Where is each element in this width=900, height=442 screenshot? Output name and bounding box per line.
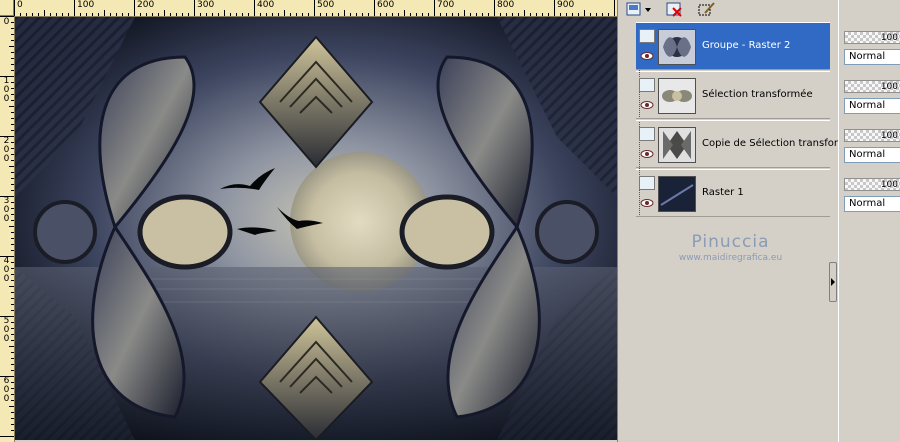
ruler-vertical[interactable]: 0 1 0 0 2 0 0 3 0 0 4 0 0 5 0 0 6 0 0 bbox=[0, 16, 15, 442]
opacity-value: 100 bbox=[880, 82, 898, 92]
watermark: Pinuccia www.maidiregrafica.eu bbox=[623, 232, 838, 263]
edit-selection-button[interactable] bbox=[697, 1, 717, 18]
opacity-value: 100 bbox=[880, 33, 898, 43]
ruler-horizontal[interactable]: 0 100 200 300 400 500 600 700 800 900 bbox=[14, 0, 618, 17]
layers-palette: Groupe - Raster 2 Sélection transformée … bbox=[623, 0, 860, 442]
blend-mode-select[interactable]: Normal bbox=[844, 196, 900, 212]
watermark-title: Pinuccia bbox=[691, 232, 770, 252]
layer-name: Sélection transformée bbox=[702, 89, 813, 100]
panel-splitter-handle[interactable] bbox=[829, 262, 837, 302]
ruler-left-label: 5 0 0 bbox=[3, 316, 10, 344]
opacity-value: 100 bbox=[880, 180, 898, 190]
layer-row-copie-de-selection-transformee[interactable]: Copie de Sélection transformée bbox=[636, 120, 860, 168]
group-layer-icon[interactable] bbox=[639, 29, 655, 43]
layer-row-selection-transformee[interactable]: Sélection transformée bbox=[636, 71, 830, 119]
ruler-horizontal-ticks bbox=[14, 0, 615, 16]
blend-mode-select[interactable]: Normal bbox=[844, 147, 900, 163]
ruler-left-label: 0 bbox=[3, 17, 10, 27]
ruler-top-label: 400 bbox=[257, 0, 275, 10]
blend-mode-select[interactable]: Normal bbox=[844, 98, 900, 114]
delete-layer-button[interactable] bbox=[665, 1, 685, 18]
ruler-left-label: 2 0 0 bbox=[3, 136, 10, 164]
ruler-left-label: 6 0 0 bbox=[3, 376, 10, 404]
ruler-top-label: 500 bbox=[317, 0, 335, 10]
visibility-eye-icon[interactable] bbox=[640, 51, 654, 61]
ruler-top-label: 200 bbox=[137, 0, 155, 10]
chevron-right-icon bbox=[831, 278, 835, 286]
edit-selection-icon bbox=[698, 2, 715, 16]
ruler-left-label: 3 0 0 bbox=[3, 196, 10, 224]
ruler-corner bbox=[0, 0, 14, 16]
opacity-slider[interactable]: 100 bbox=[844, 31, 900, 44]
ruler-top-label: 300 bbox=[197, 0, 215, 10]
ruler-top-label: 100 bbox=[77, 0, 95, 10]
raster-layer-icon[interactable] bbox=[639, 176, 655, 190]
new-layer-icon bbox=[626, 2, 651, 16]
ruler-top-label: 900 bbox=[557, 0, 575, 10]
artwork-image bbox=[15, 17, 617, 440]
layer-thumbnail bbox=[658, 127, 696, 163]
layers-toolbar bbox=[623, 0, 838, 20]
ruler-top-label: 0 bbox=[17, 0, 23, 10]
layer-name: Groupe - Raster 2 bbox=[702, 40, 791, 51]
opacity-slider[interactable]: 100 bbox=[844, 80, 900, 93]
layer-thumbnail bbox=[658, 29, 696, 65]
visibility-eye-icon[interactable] bbox=[640, 198, 654, 208]
layer-name: Copie de Sélection transformée bbox=[702, 138, 860, 149]
layer-name: Raster 1 bbox=[702, 187, 744, 198]
ruler-left-label: 4 0 0 bbox=[3, 256, 10, 284]
layer-properties-column: 100 Normal 100 Normal 100 Normal 100 Nor… bbox=[838, 0, 900, 442]
opacity-slider[interactable]: 100 bbox=[844, 129, 900, 142]
delete-layer-icon bbox=[666, 2, 682, 17]
visibility-eye-icon[interactable] bbox=[640, 149, 654, 159]
new-layer-dropdown-button[interactable] bbox=[625, 1, 653, 18]
ruler-left-label: 1 0 0 bbox=[3, 76, 10, 104]
ruler-top-label: 700 bbox=[437, 0, 455, 10]
watermark-url: www.maidiregrafica.eu bbox=[678, 253, 783, 263]
image-canvas[interactable] bbox=[15, 17, 617, 440]
opacity-slider[interactable]: 100 bbox=[844, 178, 900, 191]
layer-thumbnail bbox=[658, 176, 696, 212]
blend-mode-select[interactable]: Normal bbox=[844, 49, 900, 65]
layer-thumbnail bbox=[658, 78, 696, 114]
ruler-top-label: 800 bbox=[497, 0, 515, 10]
layer-row-raster-1[interactable]: Raster 1 bbox=[636, 169, 830, 217]
visibility-eye-icon[interactable] bbox=[640, 100, 654, 110]
layer-row-groupe-raster-2[interactable]: Groupe - Raster 2 bbox=[636, 22, 830, 70]
ruler-top-label: 600 bbox=[377, 0, 395, 10]
raster-layer-icon[interactable] bbox=[639, 78, 655, 92]
opacity-value: 100 bbox=[880, 131, 898, 141]
raster-layer-icon[interactable] bbox=[639, 127, 655, 141]
